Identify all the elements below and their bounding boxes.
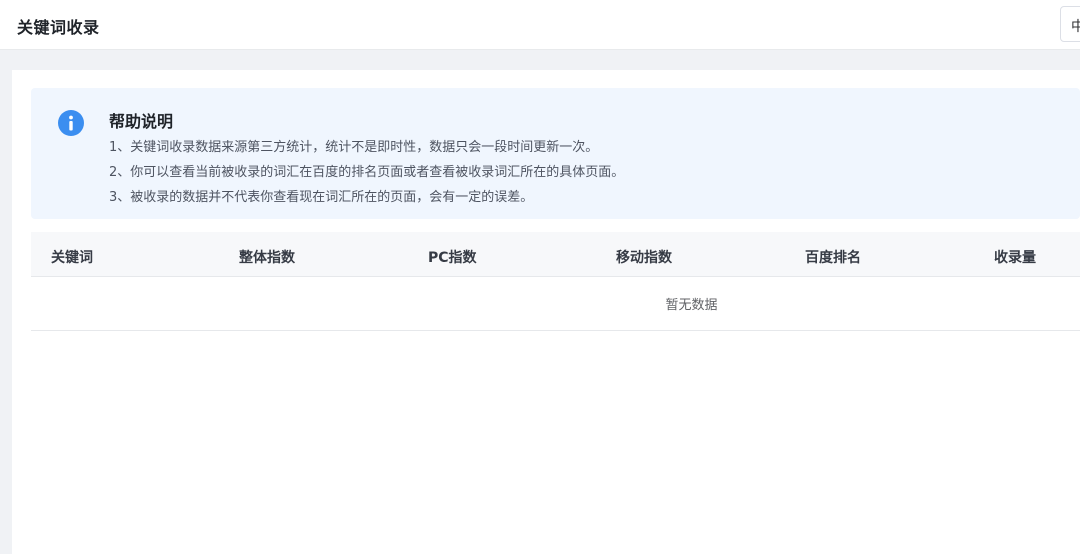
column-header-overall-index[interactable]: 整体指数: [239, 247, 295, 267]
column-header-baidu-rank[interactable]: 百度排名: [805, 247, 861, 267]
column-header-pc-index[interactable]: PC指数: [428, 247, 477, 267]
help-line-3: 3、被收录的数据并不代表你查看现在词汇所在的页面，会有一定的误差。: [109, 190, 534, 205]
help-list: 1、关键词收录数据来源第三方统计，统计不是即时性，数据只会一段时间更新一次。 2…: [109, 135, 624, 210]
help-line-1: 1、关键词收录数据来源第三方统计，统计不是即时性，数据只会一段时间更新一次。: [109, 140, 599, 155]
table-header: 关键词 整体指数 PC指数 移动指数 百度排名 收录量: [31, 232, 1080, 277]
top-bar: 关键词收录 中: [0, 0, 1080, 50]
column-header-keyword[interactable]: 关键词: [51, 247, 93, 267]
help-title: 帮助说明: [109, 112, 174, 131]
column-header-mobile-index[interactable]: 移动指数: [616, 247, 672, 267]
language-select[interactable]: 中: [1060, 6, 1080, 42]
empty-state-text: 暂无数据: [665, 298, 718, 313]
help-line-2: 2、你可以查看当前被收录的词汇在百度的排名页面或者查看被收录词汇所在的具体页面。: [109, 165, 625, 180]
column-header-indexed-count[interactable]: 收录量: [994, 247, 1036, 267]
help-notice: 帮助说明 1、关键词收录数据来源第三方统计，统计不是即时性，数据只会一段时间更新…: [31, 88, 1080, 219]
info-icon: [58, 110, 84, 136]
keyword-table: 关键词 整体指数 PC指数 移动指数 百度排名 收录量 暂无数据: [31, 232, 1080, 331]
main-content-card: 帮助说明 1、关键词收录数据来源第三方统计，统计不是即时性，数据只会一段时间更新…: [12, 70, 1080, 554]
page-title: 关键词收录: [17, 18, 100, 37]
table-empty-row: 暂无数据: [31, 277, 1080, 331]
